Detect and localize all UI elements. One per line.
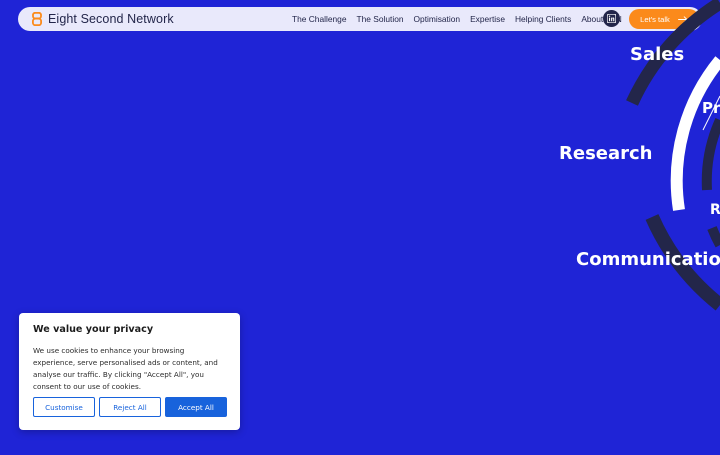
nav-link-the-solution[interactable]: The Solution bbox=[356, 14, 403, 24]
accept-all-button[interactable]: Accept All bbox=[165, 397, 227, 417]
top-navigation: Eight Second Network The Challenge The S… bbox=[18, 7, 702, 31]
customise-button[interactable]: Customise bbox=[33, 397, 95, 417]
wheel-label-partial-pr: Pr bbox=[702, 99, 720, 117]
cookie-title: We value your privacy bbox=[33, 324, 154, 335]
nav-link-optimisation[interactable]: Optimisation bbox=[414, 14, 461, 24]
cookie-consent-banner: We value your privacy We use cookies to … bbox=[19, 313, 240, 430]
lets-talk-label: Let's talk bbox=[640, 14, 670, 24]
linkedin-button[interactable] bbox=[603, 10, 620, 27]
linkedin-icon bbox=[607, 14, 616, 23]
eight-logo-icon bbox=[32, 12, 42, 26]
reject-all-button[interactable]: Reject All bbox=[99, 397, 161, 417]
nav-link-the-challenge[interactable]: The Challenge bbox=[292, 14, 346, 24]
nav-link-helping-clients[interactable]: Helping Clients bbox=[515, 14, 571, 24]
cookie-button-group: Customise Reject All Accept All bbox=[33, 397, 227, 417]
wheel-label-sales: Sales bbox=[630, 44, 685, 65]
arrow-right-icon bbox=[677, 15, 688, 23]
cookie-description: We use cookies to enhance your browsing … bbox=[33, 346, 218, 391]
brand[interactable]: Eight Second Network bbox=[32, 12, 174, 26]
nav-link-expertise[interactable]: Expertise bbox=[470, 14, 505, 24]
brand-name: Eight Second Network bbox=[48, 12, 174, 26]
lets-talk-button[interactable]: Let's talk bbox=[629, 9, 699, 29]
nav-links: The Challenge The Solution Optimisation … bbox=[292, 7, 622, 31]
wheel-label-partial-r: R bbox=[710, 202, 720, 218]
wheel-label-research: Research bbox=[559, 143, 653, 164]
wheel-label-communications: Communications bbox=[576, 249, 720, 270]
